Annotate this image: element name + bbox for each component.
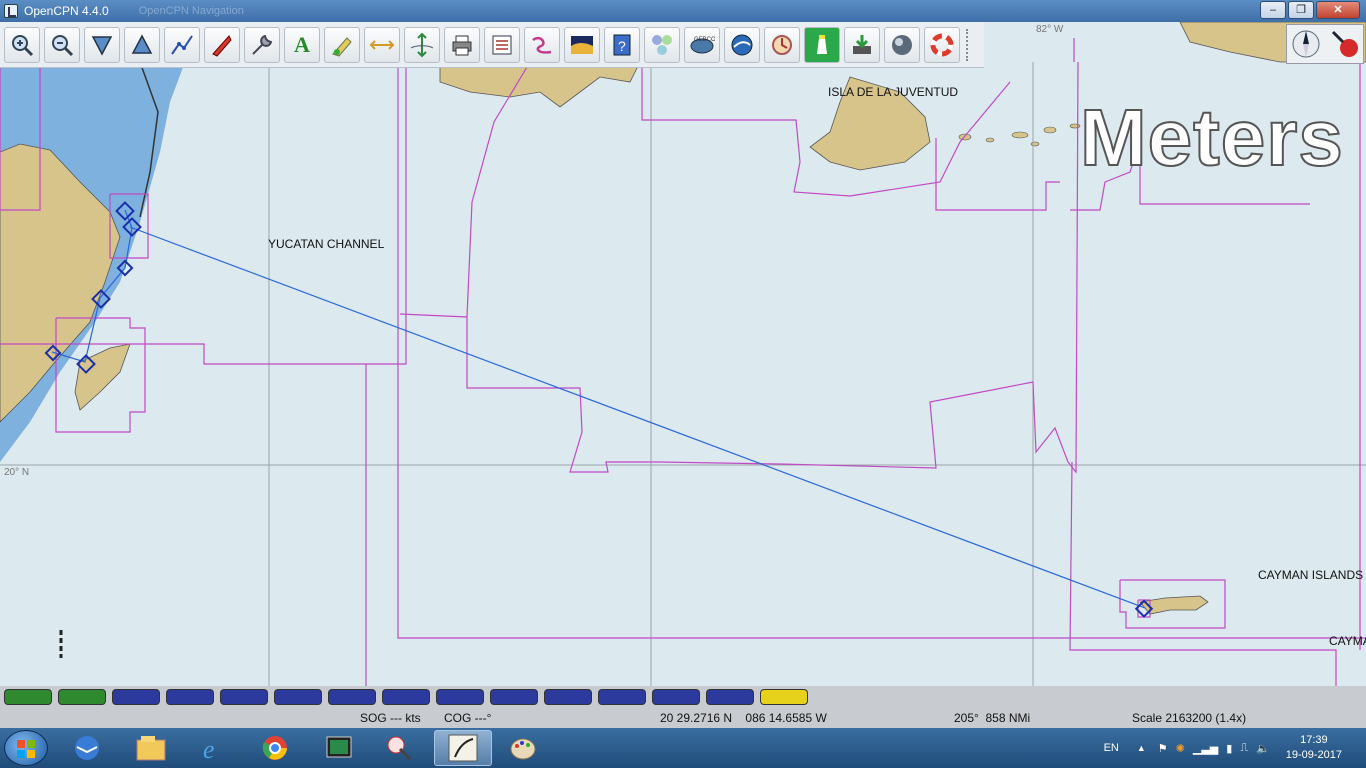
main-toolbar: A ? GEBCO [0,22,984,68]
cuba-land [439,61,641,108]
chart-bar-key[interactable] [328,689,376,705]
battery-icon[interactable]: ▮ [1226,742,1232,755]
status-bar: SOG --- kts COG ---° 20 29.2716 N 086 14… [0,708,1366,728]
chart-bar-key[interactable] [544,689,592,705]
clock[interactable]: 17:39 19-09-2017 [1286,733,1342,763]
current-icon[interactable] [404,26,440,63]
title-bar: OpenCPN 4.4.0 OpenCPN Navigation – ❐ ✕ [0,0,1366,22]
weather-icon[interactable] [884,26,920,63]
waypoint-markers [44,201,1154,618]
help-icon[interactable]: ? [604,26,640,63]
sog-readout: SOG --- kts [360,711,421,725]
wiki-route-icon[interactable] [524,26,560,63]
islets [958,123,1081,147]
chart-bar-key[interactable] [490,689,538,705]
place-cayman-cut: CAYMA [1329,634,1366,648]
system-tray: EN ▲ ⚑ ✺ ▁▃▅ ▮ ⎍ 🔈 17:39 19-09-2017 [1104,728,1366,768]
lon-label: 82° W [1036,24,1064,35]
svg-text:?: ? [618,38,626,54]
chart-bar-key[interactable] [436,689,484,705]
opencpn-app-icon [4,4,18,18]
lifebuoy-icon[interactable] [924,26,960,63]
zoom-out-icon[interactable] [44,26,80,63]
close-button[interactable]: ✕ [1316,1,1360,19]
toolbar-grip[interactable] [966,28,972,61]
chart-bar-key[interactable] [382,689,430,705]
chart-bar-key[interactable] [760,689,808,705]
route-manager-icon[interactable] [484,26,520,63]
start-button[interactable] [4,730,48,766]
settings-wrench-icon[interactable] [244,26,280,63]
route-icon[interactable] [164,26,200,63]
chart-bar-key[interactable] [598,689,646,705]
chart-bar [0,686,1366,708]
maximize-button[interactable]: ❐ [1288,1,1314,19]
bearing-distance: 205° 858 NMi [954,711,1031,725]
cursor-position: 20 29.2716 N 086 14.6585 W [660,711,827,725]
ie-taskbar-icon[interactable]: e [186,730,240,766]
download-icon[interactable] [844,26,880,63]
language-indicator[interactable]: EN [1104,742,1119,754]
action-center-icon[interactable]: ⚑ [1158,742,1168,755]
chart-bar-key[interactable] [274,689,322,705]
units-overlay: Meters [1079,92,1344,183]
volume-icon[interactable]: 🔈 [1256,742,1270,755]
scale-out-icon[interactable] [124,26,160,63]
chart-bar-key[interactable] [220,689,268,705]
scale-in-icon[interactable] [84,26,120,63]
clock-time: 17:39 [1300,734,1328,746]
gebco-icon[interactable]: GEBCO [684,26,720,63]
north-up-icon [1292,30,1320,58]
minimize-button[interactable]: – [1260,1,1286,19]
chrome-taskbar-icon[interactable] [248,730,302,766]
cozumel-island [74,343,131,411]
print-icon[interactable] [444,26,480,63]
window-title: OpenCPN 4.4.0 [24,4,109,18]
svg-text:e: e [203,735,215,763]
windows-taskbar: e EN ▲ ⚑ ✺ ▁▃▅ ▮ ⎍ 🔈 17:39 19-09-2017 [0,728,1366,768]
lighthouse-icon[interactable] [804,26,840,63]
chart-bar-key[interactable] [706,689,754,705]
scale-readout: Scale 2163200 (1.4x) [1132,711,1247,725]
paint-taskbar-icon[interactable] [496,730,550,766]
track-icon[interactable] [204,26,240,63]
chart-bar-key[interactable] [652,689,700,705]
ghost-tab: OpenCPN Navigation [138,5,244,17]
power-icon[interactable]: ⎍ [1240,742,1248,755]
explorer-taskbar-icon[interactable] [124,730,178,766]
opencpn-taskbar-icon[interactable] [434,730,492,766]
route-line [129,226,1146,609]
clock-date: 19-09-2017 [1285,749,1342,761]
chart-bar-key[interactable] [4,689,52,705]
compass-widget[interactable] [1286,24,1364,64]
chart-bar-key[interactable] [112,689,160,705]
chart-bar-key[interactable] [58,689,106,705]
mob-mark-icon[interactable] [324,26,360,63]
aisview-icon[interactable] [764,26,800,63]
zoom-in-icon[interactable] [4,26,40,63]
layers-icon[interactable] [644,26,680,63]
svg-text:GEBCO: GEBCO [694,37,715,43]
text-add-icon[interactable]: A [284,26,320,63]
gps-status-icon [1331,30,1358,57]
tray-expand-icon[interactable]: ▲ [1137,743,1146,753]
chart-bar-key[interactable] [166,689,214,705]
place-yucatan-channel: YUCATAN CHANNEL [268,237,385,251]
lat-label: 20° N [4,467,30,478]
place-isla-juventud: ISLA DE LA JUVENTUD [828,85,959,99]
thunderbird-taskbar-icon[interactable] [60,730,114,766]
chart-canvas[interactable]: Meters ISLA DE LA JUVENTUD YUCATAN CHANN… [0,22,1366,686]
cog-readout: COG ---° [444,711,492,725]
place-cayman-islands: CAYMAN ISLANDS [1258,568,1364,582]
avast-icon[interactable]: ✺ [1176,742,1185,755]
network-icon[interactable]: ▁▃▅ [1193,742,1218,755]
chart-quilt-icon[interactable] [564,26,600,63]
snipping-taskbar-icon[interactable] [372,730,426,766]
tide-icon[interactable] [364,26,400,63]
google-earth-icon[interactable] [724,26,760,63]
media-taskbar-icon[interactable] [312,730,366,766]
